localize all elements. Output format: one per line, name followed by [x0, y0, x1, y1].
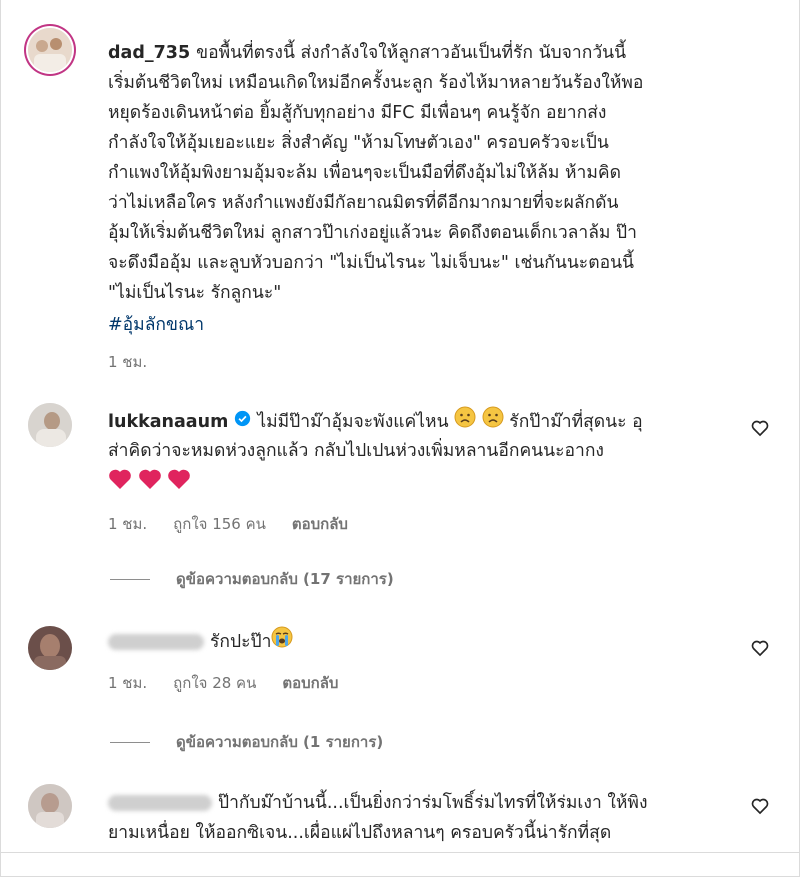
comment-likes[interactable]: ถูกใจ 28 คน — [173, 671, 256, 695]
comment-line: กำลังใจให้อุ้มเยอะแยะ สิ่งสำคัญ "ห้ามโทษ… — [108, 133, 609, 153]
comment-body: ป๊ากับม๊าบ้านนี้...เป็นยิ่งกว่าร่มโพธิ์ร… — [218, 793, 648, 813]
verified-badge-icon — [234, 407, 251, 437]
comment-line: ว่าไม่เหลือใคร หลังกำแพงยังมีกัลยาณมิตรท… — [108, 193, 619, 213]
comment-line: ส่าคิดว่าจะหมดห่วงลูกแล้ว กลับไปเปนห่วงเ… — [108, 441, 604, 461]
divider — [0, 852, 800, 853]
view-replies-label: ดูข้อความตอบกลับ (1 รายการ) — [176, 733, 384, 751]
comment-username[interactable]: dad_735 — [108, 43, 190, 63]
comment-meta: 1 ชม. ถูกใจ 28 คน ตอบกลับ — [108, 671, 338, 695]
comment-text: ป๊ากับม๊าบ้านนี้...เป็นยิ่งกว่าร่มโพธิ์ร… — [108, 788, 748, 818]
reply-button[interactable]: ตอบกลับ — [292, 512, 348, 536]
red-heart-emoji — [108, 468, 132, 500]
sad-face-emoji — [454, 406, 476, 438]
avatar[interactable] — [28, 626, 72, 670]
comment-line: จะดึงมืออุ้ม และลูบหัวบอกว่า "ไม่เป็นไรน… — [108, 253, 635, 273]
comment-time: 1 ชม. — [108, 353, 148, 371]
comment-meta: 1 ชม. ถูกใจ 156 คน ตอบกลับ — [108, 512, 348, 536]
emoji-row — [108, 468, 191, 500]
comment-body-continued: รักป๊าม๊าที่สุดนะ อุ — [509, 412, 643, 432]
heart-outline-icon[interactable] — [750, 418, 770, 438]
view-replies-button[interactable]: ดูข้อความตอบกลับ (17 รายการ) — [110, 567, 394, 591]
comment-line: เริ่มต้นชีวิตใหม่ เหมือนเกิดใหม่อีกครั้ง… — [108, 73, 644, 93]
divider — [110, 741, 150, 743]
comment-line: "ไม่เป็นไรนะ รักลูกนะ" — [108, 283, 282, 303]
heart-outline-icon[interactable] — [750, 796, 770, 816]
comment-body: ขอพื้นที่ตรงนี้ ส่งกำลังใจให้ลูกสาวอันเป… — [196, 43, 627, 63]
avatar[interactable] — [28, 403, 72, 447]
comment-username[interactable]: lukkanaaum — [108, 412, 228, 432]
comment-text: lukkanaaum ไม่มีป๊าม๊าอุ้มจะพังแค่ไหน รัก… — [108, 406, 748, 438]
comment-line: หยุดร้องเดินหน้าต่อ ยิ้มสู้กับทุกอย่าง ม… — [108, 103, 607, 123]
comment-time: 1 ชม. — [108, 674, 148, 692]
comment-line: กำแพงให้อุ้มพิงยามอุ้มจะล้ม เพื่อนๆจะเป็… — [108, 163, 621, 183]
red-heart-emoji — [167, 468, 191, 500]
view-replies-button[interactable]: ดูข้อความตอบกลับ (1 รายการ) — [110, 730, 383, 754]
comment-body: ไม่มีป๊าม๊าอุ้มจะพังแค่ไหน — [257, 412, 449, 432]
red-heart-emoji — [138, 468, 162, 500]
divider — [110, 578, 150, 580]
reply-button[interactable]: ตอบกลับ — [282, 671, 338, 695]
comment-line: อุ้มให้เริ่มต้นชีวิตใหม่ ลูกสาวป๊าเก่งอย… — [108, 223, 637, 243]
view-replies-label: ดูข้อความตอบกลับ (17 รายการ) — [176, 570, 394, 588]
sad-face-emoji — [482, 406, 504, 438]
comment-likes[interactable]: ถูกใจ 156 คน — [173, 512, 266, 536]
hashtag-link[interactable]: #อุ้มลักขณา — [108, 310, 204, 338]
blurred-username[interactable] — [108, 634, 204, 650]
comment-time: 1 ชม. — [108, 515, 148, 533]
comment-body: รักปะป๊า — [210, 632, 272, 652]
comment-meta: 1 ชม. — [108, 350, 147, 374]
comment-text: dad_735 ขอพื้นที่ตรงนี้ ส่งกำลังใจให้ลูกส… — [108, 38, 748, 68]
loudly-crying-emoji — [271, 626, 293, 658]
comment-line: ยามเหนื่อย ให้ออกซิเจน...เผื่อแผ่ไปถึงหล… — [108, 823, 612, 843]
heart-outline-icon[interactable] — [750, 638, 770, 658]
comment-text: รักปะป๊า — [108, 626, 748, 658]
blurred-username[interactable] — [108, 795, 212, 811]
avatar[interactable] — [28, 28, 72, 72]
avatar[interactable] — [28, 784, 72, 828]
